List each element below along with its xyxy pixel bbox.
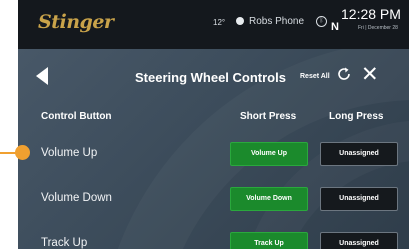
clock-date: Fri | December 28: [358, 25, 398, 31]
column-header-long-press: Long Press: [329, 111, 384, 122]
bluetooth-icon: ᛒ: [316, 16, 327, 27]
short-press-volume-up-button[interactable]: Volume Up: [230, 142, 308, 166]
page-header: Steering Wheel Controls Reset All ✕: [18, 49, 409, 107]
refresh-icon[interactable]: [336, 66, 352, 82]
long-press-volume-down-button[interactable]: Unassigned: [320, 187, 398, 211]
row-label-volume-up: Volume Up: [41, 147, 98, 159]
reset-all-button[interactable]: Reset All: [300, 73, 330, 80]
page-title: Steering Wheel Controls: [135, 70, 286, 85]
column-header-control: Control Button: [41, 111, 112, 122]
head-unit-screen: Stinger 12° Robs Phone ᛒ N 12:28 PM Fri …: [18, 0, 409, 249]
back-arrow-icon[interactable]: [36, 67, 48, 85]
close-icon[interactable]: ✕: [361, 64, 379, 85]
row-label-volume-down: Volume Down: [41, 192, 112, 204]
long-press-volume-up-button[interactable]: Unassigned: [320, 142, 398, 166]
phone-icon: [236, 17, 244, 25]
status-bar: Stinger 12° Robs Phone ᛒ N 12:28 PM Fri …: [18, 0, 409, 49]
compass-heading: N: [331, 21, 339, 33]
phone-name: Robs Phone: [249, 16, 305, 27]
callout-marker: [15, 145, 30, 160]
clock-time: 12:28 PM: [341, 6, 401, 22]
long-press-track-up-button[interactable]: Unassigned: [320, 232, 398, 249]
row-label-track-up: Track Up: [41, 237, 88, 249]
stinger-logo: Stinger: [38, 11, 114, 33]
short-press-volume-down-button[interactable]: Volume Down: [230, 187, 308, 211]
column-header-short-press: Short Press: [240, 111, 297, 122]
short-press-track-up-button[interactable]: Track Up: [230, 232, 308, 249]
temperature: 12°: [213, 18, 226, 27]
